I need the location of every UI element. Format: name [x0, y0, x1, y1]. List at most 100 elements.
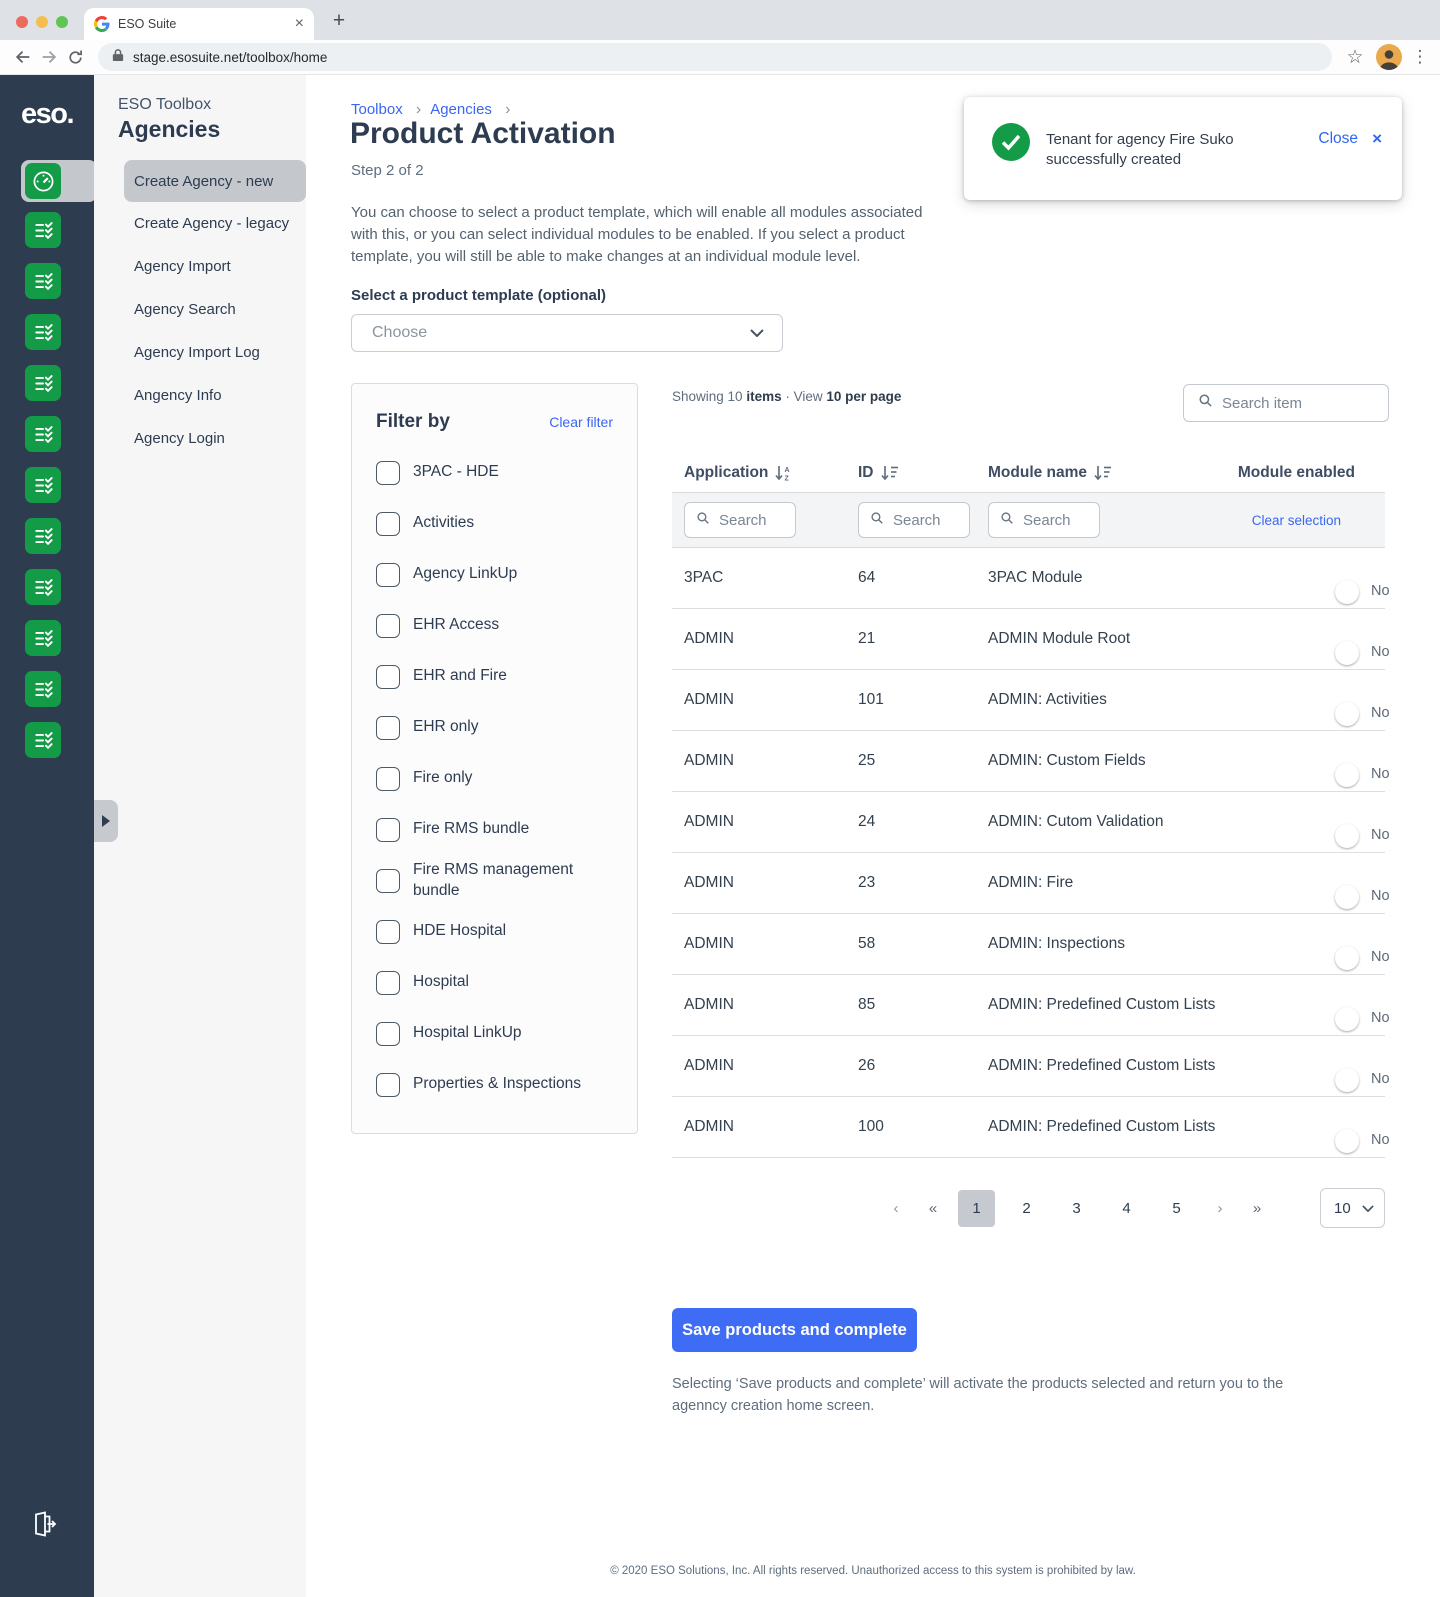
table-row: ADMIN 21 ADMIN Module Root No — [672, 609, 1390, 670]
sidebar-item[interactable]: Agency Search — [94, 288, 306, 331]
checklist-icon[interactable] — [25, 314, 61, 350]
pagination: ‹ « 1 2 3 4 5 › » 10 — [672, 1188, 1385, 1228]
toggle-knob — [1335, 1007, 1359, 1031]
cell-application: ADMIN — [684, 630, 734, 647]
clear-filter-link[interactable]: Clear filter — [549, 414, 613, 430]
search-icon — [870, 511, 884, 530]
checklist-icon[interactable] — [25, 518, 61, 554]
filter-checkbox[interactable] — [376, 817, 400, 842]
filter-option: Fire RMS bundle — [352, 804, 637, 855]
application-search-input[interactable] — [719, 511, 787, 529]
toggle-knob — [1335, 641, 1359, 665]
cell-id: 26 — [858, 1057, 876, 1074]
bookmark-star-icon[interactable] — [1342, 46, 1368, 69]
sidebar-item[interactable]: Angency Info — [94, 374, 306, 417]
page-next-button[interactable]: › — [1208, 1200, 1232, 1217]
page-prev-button[interactable]: ‹ — [884, 1200, 908, 1217]
traffic-light-close-icon[interactable] — [16, 16, 28, 28]
dashboard-icon[interactable] — [25, 163, 61, 199]
page-number-button[interactable]: 5 — [1158, 1190, 1195, 1227]
filter-checkbox[interactable] — [376, 970, 400, 995]
avatar[interactable] — [1376, 44, 1402, 70]
new-tab-button[interactable] — [326, 8, 352, 34]
forward-icon[interactable] — [36, 44, 62, 70]
toggle-knob — [1335, 824, 1359, 848]
sidebar-collapse-handle[interactable] — [94, 800, 118, 842]
logout-icon[interactable] — [29, 1510, 57, 1538]
filter-checkbox[interactable] — [376, 766, 400, 791]
checklist-icon[interactable] — [25, 212, 61, 248]
sidebar-item[interactable]: Agency Login — [94, 417, 306, 460]
cell-id: 24 — [858, 813, 876, 830]
tab-close-icon[interactable] — [295, 16, 304, 32]
column-header-module-name[interactable]: Module name — [988, 464, 1229, 482]
browser-tabstrip: ESO Suite — [0, 0, 1440, 40]
filter-checkbox[interactable] — [376, 562, 400, 587]
reload-icon[interactable] — [62, 44, 88, 70]
sidebar-item[interactable]: Create Agency - new — [124, 160, 306, 202]
table-body: 3PAC 64 3PAC Module No ADMIN 21 ADMIN Mo… — [672, 548, 1390, 1158]
filter-checkbox[interactable] — [376, 511, 400, 536]
traffic-light-minimize-icon[interactable] — [36, 16, 48, 28]
toggle-label: No — [1371, 888, 1390, 904]
filter-checkbox[interactable] — [376, 919, 400, 944]
close-icon — [1372, 129, 1382, 149]
table-summary: Showing 10 items · View 10 per page — [672, 389, 902, 404]
checklist-icon[interactable] — [25, 467, 61, 503]
sidebar-item[interactable]: Agency Import — [94, 245, 306, 288]
back-icon[interactable] — [10, 44, 36, 70]
toast-message: Tenant for agency Fire Suko successfully… — [1046, 131, 1234, 169]
filter-checkbox[interactable] — [376, 715, 400, 740]
checklist-icon[interactable] — [25, 671, 61, 707]
sidebar-nav: Create Agency - new Create Agency - lega… — [94, 160, 306, 460]
toggle-label: No — [1371, 766, 1390, 782]
toggle-label: No — [1371, 1010, 1390, 1026]
url-bar[interactable]: stage.esosuite.net/toolbox/home — [98, 43, 1332, 71]
filter-checkbox[interactable] — [376, 664, 400, 689]
checklist-icon[interactable] — [25, 620, 61, 656]
cell-id: 100 — [858, 1118, 884, 1135]
template-select[interactable]: Choose — [351, 314, 783, 352]
page-last-button[interactable]: » — [1245, 1200, 1269, 1217]
module-name-search-input[interactable] — [1023, 511, 1091, 529]
page-number-button[interactable]: 2 — [1008, 1190, 1045, 1227]
cell-application: ADMIN — [684, 996, 734, 1013]
id-search-input[interactable] — [893, 511, 961, 529]
traffic-light-zoom-icon[interactable] — [56, 16, 68, 28]
page-first-button[interactable]: « — [921, 1200, 945, 1217]
chevron-right-icon — [102, 815, 110, 827]
module-name-search — [988, 502, 1100, 538]
sidebar-item[interactable]: Agency Import Log — [94, 331, 306, 374]
breadcrumb-link[interactable]: Toolbox — [351, 101, 403, 118]
filter-checkbox[interactable] — [376, 460, 400, 485]
filter-checkbox[interactable] — [376, 1072, 400, 1097]
toast-close-button[interactable]: Close — [1318, 129, 1382, 149]
breadcrumb-link[interactable]: Agencies — [430, 101, 492, 118]
cell-module-name: 3PAC Module — [988, 569, 1083, 586]
search-icon — [1000, 511, 1014, 530]
page-number-button[interactable]: 3 — [1058, 1190, 1095, 1227]
checklist-icon[interactable] — [25, 365, 61, 401]
browser-tab[interactable]: ESO Suite — [84, 8, 314, 40]
checklist-icon[interactable] — [25, 722, 61, 758]
filter-checkbox[interactable] — [376, 613, 400, 638]
clear-selection-link[interactable]: Clear selection — [1252, 513, 1385, 528]
search-item-input[interactable] — [1222, 394, 1378, 412]
page-number-button[interactable]: 1 — [958, 1189, 995, 1227]
checklist-icon[interactable] — [25, 416, 61, 452]
sidebar-item[interactable]: Create Agency - legacy — [94, 202, 306, 245]
checklist-icon[interactable] — [25, 263, 61, 299]
browser-menu-icon[interactable] — [1410, 47, 1430, 67]
save-products-button[interactable]: Save products and complete — [672, 1308, 917, 1352]
filter-checkbox[interactable] — [376, 1021, 400, 1046]
column-header-application[interactable]: Application AZ — [684, 464, 858, 482]
cell-application: ADMIN — [684, 874, 734, 891]
filter-option: Agency LinkUp — [352, 549, 637, 600]
filter-checkbox[interactable] — [376, 868, 400, 893]
page-size-select[interactable]: 10 — [1320, 1188, 1385, 1228]
browser-toolbar: stage.esosuite.net/toolbox/home — [0, 40, 1440, 75]
toggle-knob — [1335, 885, 1359, 909]
checklist-icon[interactable] — [25, 569, 61, 605]
column-header-id[interactable]: ID — [858, 464, 988, 482]
page-number-button[interactable]: 4 — [1108, 1190, 1145, 1227]
